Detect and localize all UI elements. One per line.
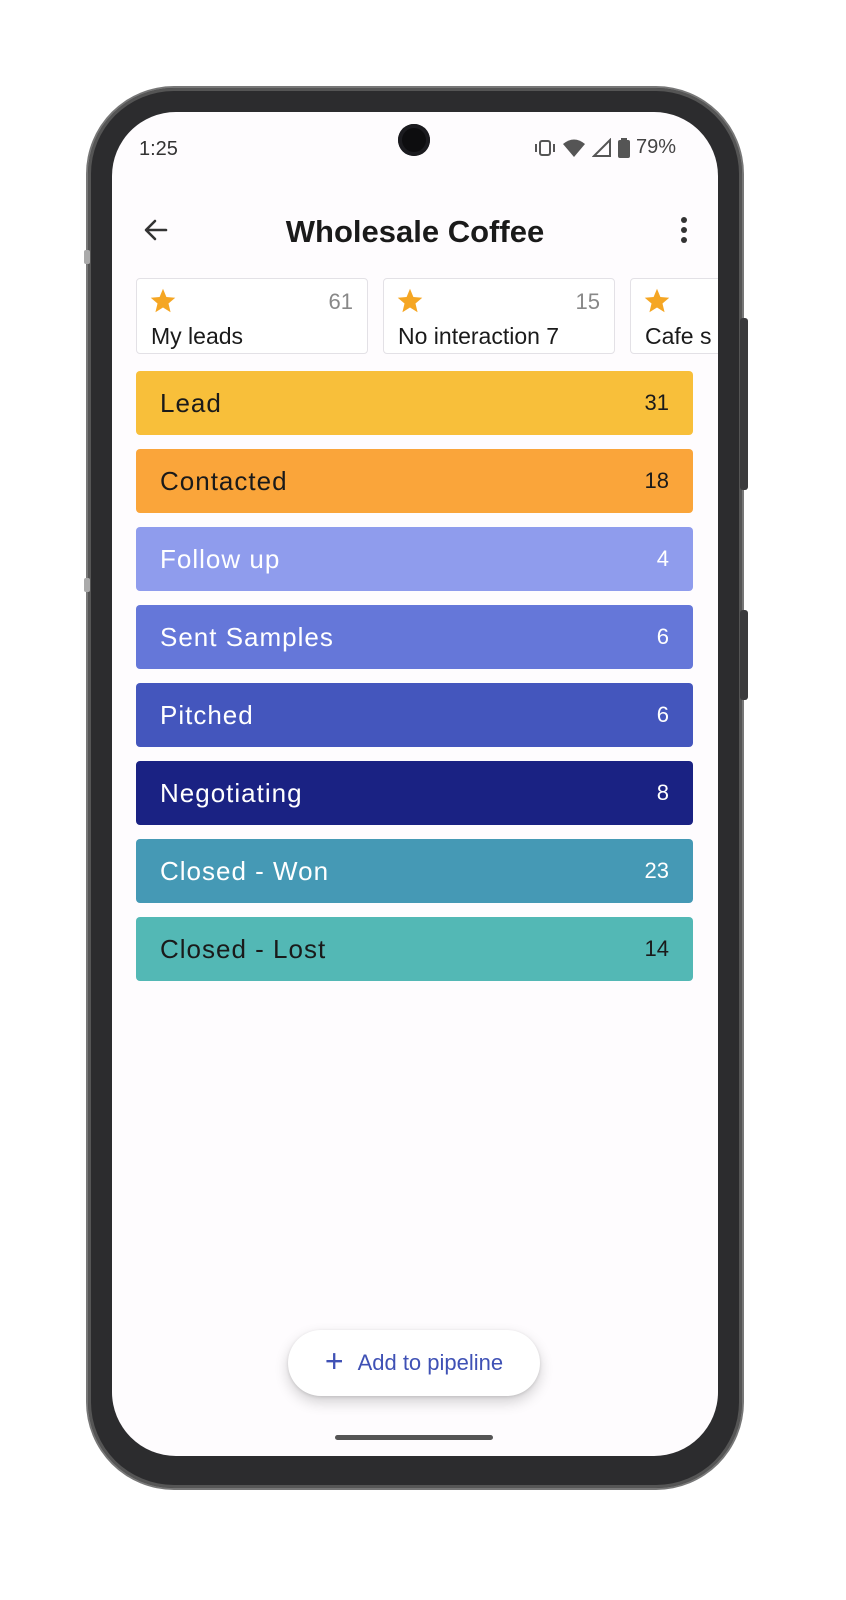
stage-count: 6 (656, 702, 669, 727)
star-icon (644, 288, 670, 313)
stage-count: 31 (644, 390, 669, 415)
stage-closed-won[interactable]: Closed - Won 23 (136, 839, 693, 903)
battery-icon (617, 137, 630, 158)
stage-name: Pitched (160, 699, 254, 730)
star-icon (150, 288, 176, 313)
vibrate-icon (534, 138, 556, 158)
power-button (740, 610, 748, 700)
filter-card-no-interaction[interactable]: 15 No interaction 7 (383, 278, 615, 354)
frame-notch (84, 250, 90, 264)
stage-name: Closed - Lost (160, 933, 327, 964)
volume-button (740, 318, 748, 490)
stage-name: Contacted (160, 465, 288, 496)
stage-lead[interactable]: Lead 31 (136, 371, 693, 435)
page-title: Wholesale Coffee (285, 214, 545, 249)
frame-notch (84, 578, 90, 592)
stage-count: 8 (656, 780, 669, 805)
filter-count: 15 (575, 289, 600, 314)
stage-name: Sent Samples (160, 621, 334, 652)
stage-name: Closed - Won (160, 855, 330, 886)
status-time: 1:25 (139, 138, 178, 160)
filter-card-cafe[interactable]: Cafe s (630, 278, 718, 354)
stage-pitched[interactable]: Pitched 6 (136, 683, 693, 747)
stage-count: 18 (644, 468, 669, 493)
screen: 1:25 79% Wholesale Coffee 61 My leads 15… (112, 112, 718, 1456)
filter-label: My leads (151, 323, 244, 349)
wifi-icon (562, 138, 586, 158)
pipeline-stages-list: Lead 31 Contacted 18 Follow up 4 Sent Sa… (136, 371, 693, 995)
signal-icon (591, 137, 612, 158)
filter-card-my-leads[interactable]: 61 My leads (136, 278, 368, 354)
app-bar: Wholesale Coffee (112, 208, 718, 256)
stage-closed-lost[interactable]: Closed - Lost 14 (136, 917, 693, 981)
filter-label: No interaction 7 (398, 323, 560, 349)
filter-label: Cafe s (645, 323, 712, 349)
star-icon (397, 288, 423, 313)
add-to-pipeline-button[interactable]: + Add to pipeline (288, 1330, 540, 1396)
saved-filters-row[interactable]: 61 My leads 15 No interaction 7 Cafe s (136, 278, 718, 358)
stage-count: 4 (656, 546, 669, 571)
stage-name: Follow up (160, 543, 281, 574)
status-icons: 79% (534, 136, 676, 159)
home-indicator[interactable] (335, 1435, 493, 1440)
stage-follow-up[interactable]: Follow up 4 (136, 527, 693, 591)
front-camera (398, 124, 430, 156)
stage-contacted[interactable]: Contacted 18 (136, 449, 693, 513)
stage-name: Lead (160, 387, 222, 418)
filter-count: 61 (328, 289, 353, 314)
stage-count: 23 (644, 858, 669, 883)
more-options-button[interactable] (670, 212, 698, 248)
battery-percent: 79% (635, 136, 676, 158)
stage-name: Negotiating (160, 777, 303, 808)
stage-count: 14 (644, 936, 669, 961)
more-vert-icon (681, 217, 687, 243)
add-to-pipeline-label: Add to pipeline (357, 1350, 504, 1375)
plus-icon: + (324, 1343, 344, 1379)
stage-count: 6 (656, 624, 669, 649)
stage-negotiating[interactable]: Negotiating 8 (136, 761, 693, 825)
stage-sent-samples[interactable]: Sent Samples 6 (136, 605, 693, 669)
